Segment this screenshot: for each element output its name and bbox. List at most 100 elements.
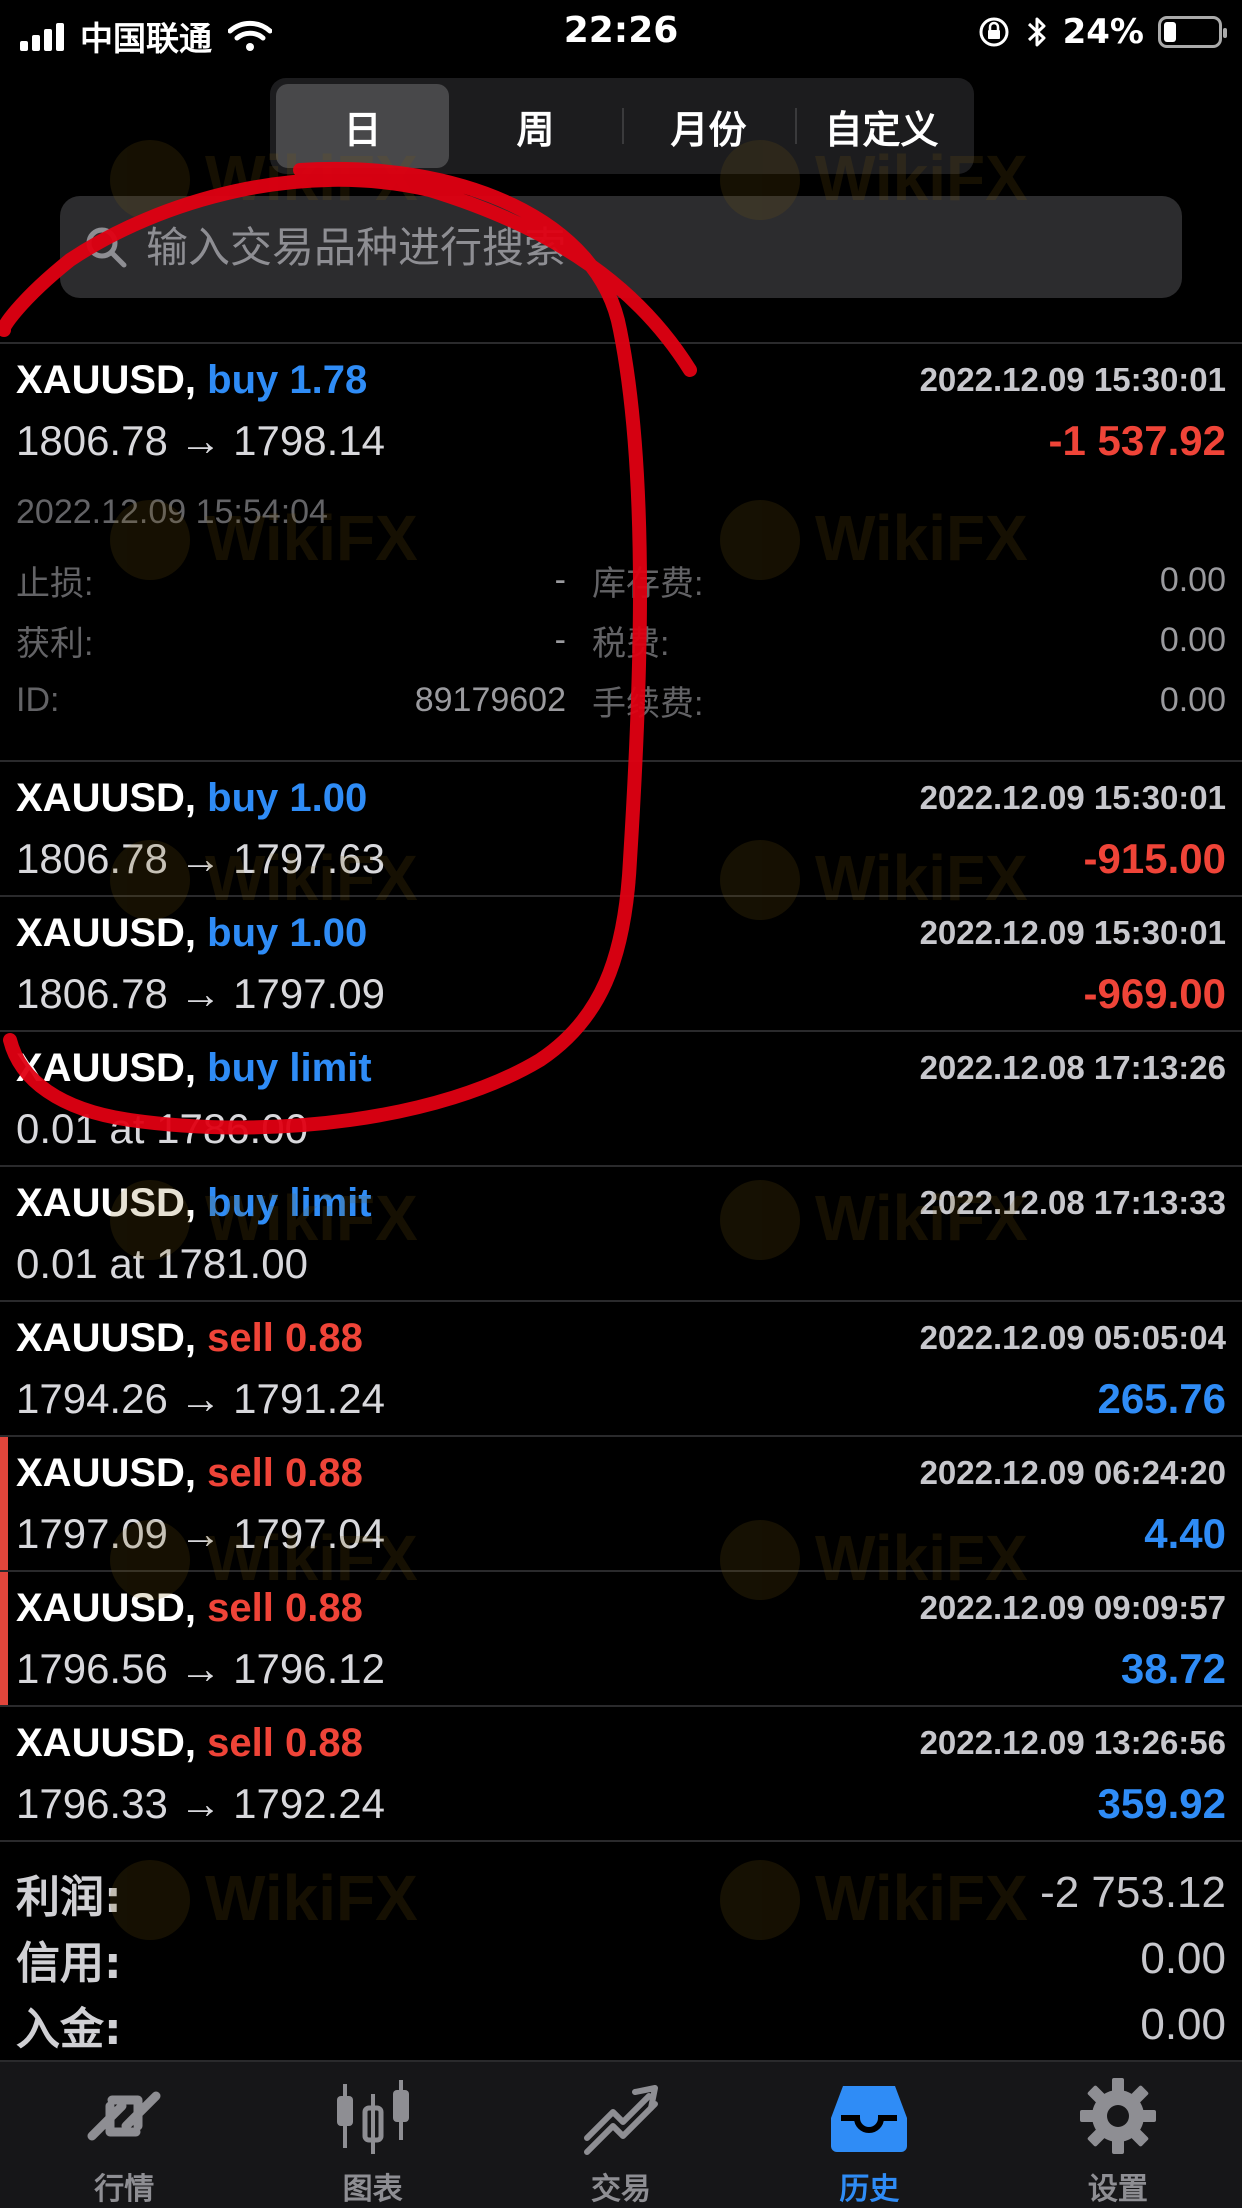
deal-profit: -915.00 bbox=[1083, 835, 1226, 882]
deal-action: buy limit bbox=[207, 1180, 372, 1225]
deal-title: XAUUSD, sell 0.88 bbox=[16, 1586, 363, 1631]
deal-symbol: XAUUSD, bbox=[16, 910, 197, 955]
tab-label: 图表 bbox=[342, 2172, 403, 2207]
position-marker bbox=[0, 1437, 8, 1570]
deal-datetime: 2022.12.09 05:05:04 bbox=[919, 1319, 1226, 1356]
period-segmented-control: 日 周 月份 自定义 bbox=[270, 78, 974, 174]
segment-month-label: 月份 bbox=[670, 107, 747, 152]
summary-label: 信用: bbox=[16, 1938, 122, 1989]
deal-symbol: XAUUSD, bbox=[16, 775, 197, 820]
detail-value: 0.00 bbox=[1159, 560, 1226, 599]
summary-label: 利润: bbox=[16, 1872, 122, 1923]
detail-value: 89179602 bbox=[414, 680, 566, 719]
deal-profit: 265.76 bbox=[1097, 1375, 1226, 1422]
deal-profit: 359.92 bbox=[1097, 1780, 1226, 1827]
deal-title: XAUUSD, buy 1.00 bbox=[16, 776, 367, 821]
deal-datetime: 2022.12.08 17:13:33 bbox=[919, 1184, 1226, 1221]
deal-row[interactable]: XAUUSD, sell 0.88 2022.12.09 09:09:57 1796… bbox=[0, 1572, 1242, 1707]
deal-symbol: XAUUSD, bbox=[16, 1180, 197, 1225]
trade-icon bbox=[584, 2085, 659, 2155]
deal-prices: 1797.09 → 1797.04 bbox=[16, 1510, 385, 1557]
deal-title: XAUUSD, buy 1.78 bbox=[16, 358, 367, 403]
deal-action: sell 0.88 bbox=[207, 1720, 363, 1765]
tab-label: 行情 bbox=[94, 2172, 155, 2207]
tab-label: 历史 bbox=[839, 2172, 900, 2207]
deal-prices: 1806.78 → 1798.14 bbox=[16, 417, 385, 464]
deal-details: 2022.12.09 15:54:04 止损: - 库存费: 0.00 获利: - 税费: 0.… bbox=[16, 484, 1226, 730]
deal-datetime: 2022.12.09 15:30:01 bbox=[919, 361, 1226, 398]
tab-settings[interactable]: 设置 bbox=[994, 2062, 1242, 2208]
bottom-tab-bar: 行情 图表 交易 历史 设置 bbox=[0, 2060, 1242, 2208]
segment-day[interactable]: 日 bbox=[276, 84, 449, 168]
deal-row[interactable]: XAUUSD, buy 1.78 2022.12.09 15:30:01 1806.… bbox=[0, 344, 1242, 762]
deal-profit: -1 537.92 bbox=[1048, 417, 1226, 464]
deal-prices: 1794.26 → 1791.24 bbox=[16, 1375, 385, 1422]
deal-profit: 4.40 bbox=[1144, 1510, 1226, 1557]
tab-label: 设置 bbox=[1087, 2172, 1148, 2207]
history-icon bbox=[831, 2086, 908, 2152]
deal-symbol: XAUUSD, bbox=[16, 1315, 197, 1360]
deal-row[interactable]: XAUUSD, buy limit 2022.12.08 17:13:26 0.01… bbox=[0, 1032, 1242, 1167]
detail-label: 手续费: bbox=[592, 684, 704, 723]
tab-history[interactable]: 历史 bbox=[745, 2062, 993, 2208]
detail-value: 0.00 bbox=[1159, 680, 1226, 719]
deal-row[interactable]: XAUUSD, buy 1.00 2022.12.09 15:30:01 1806.… bbox=[0, 897, 1242, 1032]
detail-label: 库存费: bbox=[592, 564, 704, 603]
deal-prices: 0.01 at 1781.00 bbox=[16, 1240, 308, 1287]
deal-prices: 1796.56 → 1796.12 bbox=[16, 1645, 385, 1692]
segment-custom-label: 自定义 bbox=[824, 107, 939, 152]
summary-value: 0.00 bbox=[1140, 1934, 1226, 1983]
deal-row[interactable]: XAUUSD, sell 0.88 2022.12.09 13:26:56 1796… bbox=[0, 1707, 1242, 1842]
deal-datetime: 2022.12.09 09:09:57 bbox=[919, 1589, 1226, 1626]
detail-row: 止损: - 库存费: 0.00 bbox=[16, 550, 1226, 610]
segment-day-label: 日 bbox=[343, 107, 382, 152]
deal-prices: 1796.33 → 1792.24 bbox=[16, 1780, 385, 1827]
orientation-lock-icon bbox=[979, 17, 1009, 47]
summary-label: 入金: bbox=[16, 2004, 122, 2055]
detail-label: 获利: bbox=[16, 624, 94, 663]
detail-label: 税费: bbox=[592, 624, 670, 663]
deal-symbol: XAUUSD, bbox=[16, 1720, 197, 1765]
deal-row[interactable]: XAUUSD, sell 0.88 2022.12.09 06:24:20 1797… bbox=[0, 1437, 1242, 1572]
tab-quotes[interactable]: 行情 bbox=[0, 2062, 248, 2208]
battery-icon bbox=[1158, 16, 1227, 48]
tab-trade[interactable]: 交易 bbox=[497, 2062, 745, 2208]
segment-custom[interactable]: 自定义 bbox=[795, 84, 968, 168]
deal-title: XAUUSD, buy limit bbox=[16, 1181, 372, 1226]
deal-title: XAUUSD, buy limit bbox=[16, 1046, 372, 1091]
deal-row[interactable]: XAUUSD, sell 0.88 2022.12.09 05:05:04 1794… bbox=[0, 1302, 1242, 1437]
deal-datetime: 2022.12.09 13:26:56 bbox=[919, 1724, 1226, 1761]
deal-title: XAUUSD, sell 0.88 bbox=[16, 1316, 363, 1361]
detail-value: - bbox=[554, 620, 566, 659]
search-icon bbox=[86, 227, 127, 268]
deal-title: XAUUSD, sell 0.88 bbox=[16, 1721, 363, 1766]
segment-month[interactable]: 月份 bbox=[622, 84, 795, 168]
deal-prices: 0.01 at 1786.00 bbox=[16, 1105, 308, 1152]
detail-value: - bbox=[554, 560, 566, 599]
deal-action: buy 1.78 bbox=[207, 357, 368, 402]
tab-chart[interactable]: 图表 bbox=[248, 2062, 496, 2208]
tab-label: 交易 bbox=[591, 2172, 652, 2207]
deal-action: buy limit bbox=[207, 1045, 372, 1090]
deal-profit: -969.00 bbox=[1083, 970, 1226, 1017]
search-input[interactable] bbox=[146, 222, 1046, 272]
history-list: XAUUSD, buy 1.78 2022.12.09 15:30:01 1806.… bbox=[0, 344, 1242, 1842]
deal-prices: 1806.78 → 1797.63 bbox=[16, 835, 385, 882]
position-marker bbox=[0, 1572, 8, 1705]
segment-week-label: 周 bbox=[516, 107, 555, 152]
quotes-icon bbox=[87, 2091, 161, 2141]
detail-label: 止损: bbox=[16, 564, 94, 603]
detail-label: ID: bbox=[16, 680, 60, 719]
deal-symbol: XAUUSD, bbox=[16, 1045, 197, 1090]
deal-action: buy 1.00 bbox=[207, 910, 368, 955]
deal-row[interactable]: XAUUSD, buy limit 2022.12.08 17:13:33 0.01… bbox=[0, 1167, 1242, 1302]
deal-close-time: 2022.12.09 15:54:04 bbox=[16, 492, 328, 531]
symbol-search-bar[interactable] bbox=[60, 196, 1182, 298]
deal-prices: 1806.78 → 1797.09 bbox=[16, 970, 385, 1017]
segment-week[interactable]: 周 bbox=[449, 84, 622, 168]
summary-credit: 信用: 0.00 bbox=[16, 1926, 1226, 1992]
battery-percent: 24% bbox=[1062, 12, 1144, 52]
deal-row[interactable]: XAUUSD, buy 1.00 2022.12.09 15:30:01 1806.… bbox=[0, 762, 1242, 897]
detail-row: ID: 89179602 手续费: 0.00 bbox=[16, 670, 1226, 730]
chart-icon bbox=[336, 2080, 409, 2154]
